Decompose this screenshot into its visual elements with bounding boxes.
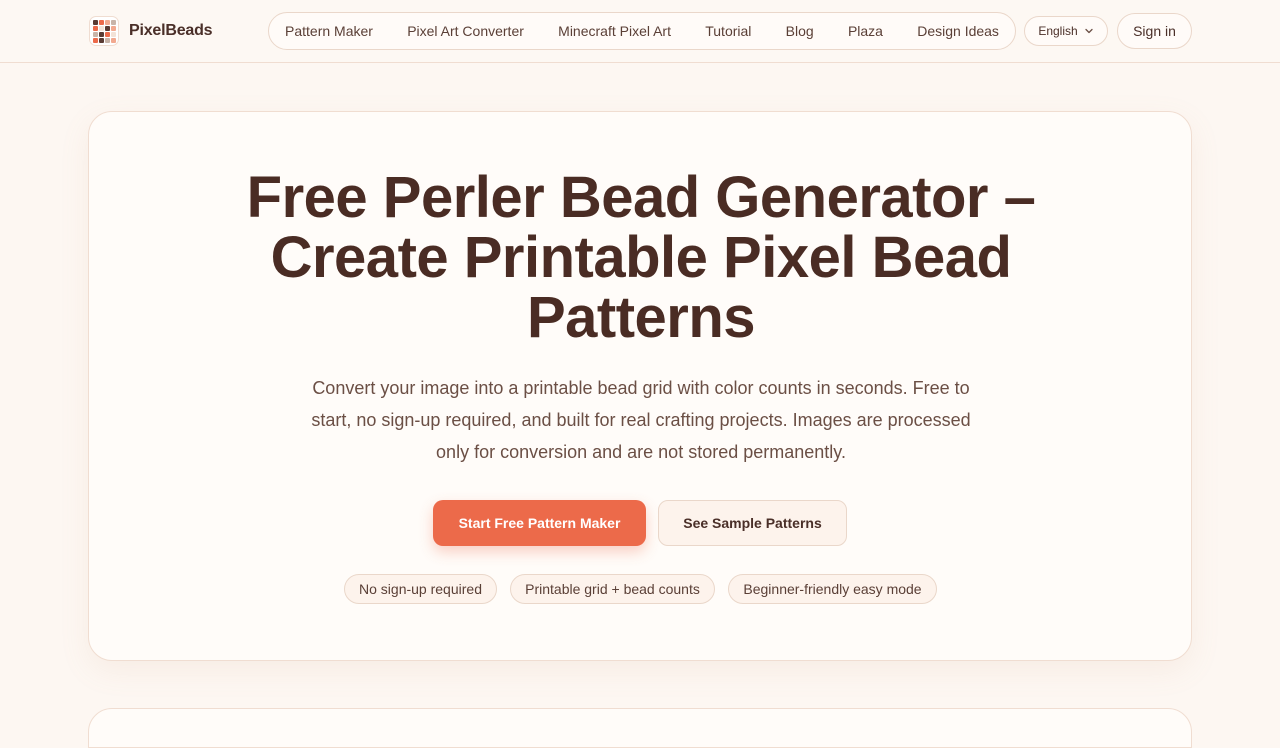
feature-chip-beginner-friendly: Beginner-friendly easy mode — [728, 574, 937, 604]
see-sample-patterns-button[interactable]: See Sample Patterns — [658, 500, 847, 546]
nav-item-pixel-art-converter[interactable]: Pixel Art Converter — [407, 23, 524, 39]
feature-chip-no-signup: No sign-up required — [344, 574, 497, 604]
logo-bead — [92, 25, 98, 31]
nav-item-plaza[interactable]: Plaza — [848, 23, 883, 39]
hero-title: Free Perler Bead Generator – Create Prin… — [246, 165, 1036, 350]
nav-item-design-ideas[interactable]: Design Ideas — [917, 23, 999, 39]
start-pattern-maker-button[interactable]: Start Free Pattern Maker — [433, 500, 646, 546]
logo-bead — [98, 37, 104, 43]
nav-item-minecraft-pixel-art[interactable]: Minecraft Pixel Art — [558, 23, 671, 39]
pixelbeads-logo-icon — [89, 16, 119, 46]
logo-bead — [98, 19, 104, 25]
nav-item-pattern-maker[interactable]: Pattern Maker — [285, 23, 373, 39]
logo-bead — [98, 31, 104, 37]
logo-bead — [104, 37, 110, 43]
site-header: PixelBeads Pattern Maker Pixel Art Conve… — [0, 0, 1280, 63]
brand-name: PixelBeads — [129, 22, 213, 39]
brand-link[interactable]: PixelBeads — [89, 16, 213, 46]
feature-chip-printable-grid: Printable grid + bead counts — [510, 574, 715, 604]
logo-bead — [110, 19, 116, 25]
nav-item-tutorial[interactable]: Tutorial — [705, 23, 751, 39]
logo-bead — [110, 31, 116, 37]
main-nav: Pattern Maker Pixel Art Converter Minecr… — [268, 12, 1016, 50]
logo-bead — [110, 25, 116, 31]
sign-in-button[interactable]: Sign in — [1117, 13, 1192, 49]
logo-bead — [104, 31, 110, 37]
hero-description: Convert your image into a printable bead… — [311, 378, 971, 462]
language-selector[interactable]: English — [1024, 16, 1108, 46]
logo-bead — [92, 19, 98, 25]
logo-bead — [110, 37, 116, 43]
language-label: English — [1038, 24, 1078, 38]
chevron-down-icon — [1085, 28, 1093, 34]
hero-card: Free Perler Bead Generator – Create Prin… — [88, 111, 1192, 661]
logo-bead — [104, 25, 110, 31]
logo-bead — [92, 37, 98, 43]
logo-bead — [98, 25, 104, 31]
nav-item-blog[interactable]: Blog — [786, 23, 814, 39]
logo-bead — [104, 19, 110, 25]
logo-bead — [92, 31, 98, 37]
next-section-card — [88, 708, 1192, 748]
